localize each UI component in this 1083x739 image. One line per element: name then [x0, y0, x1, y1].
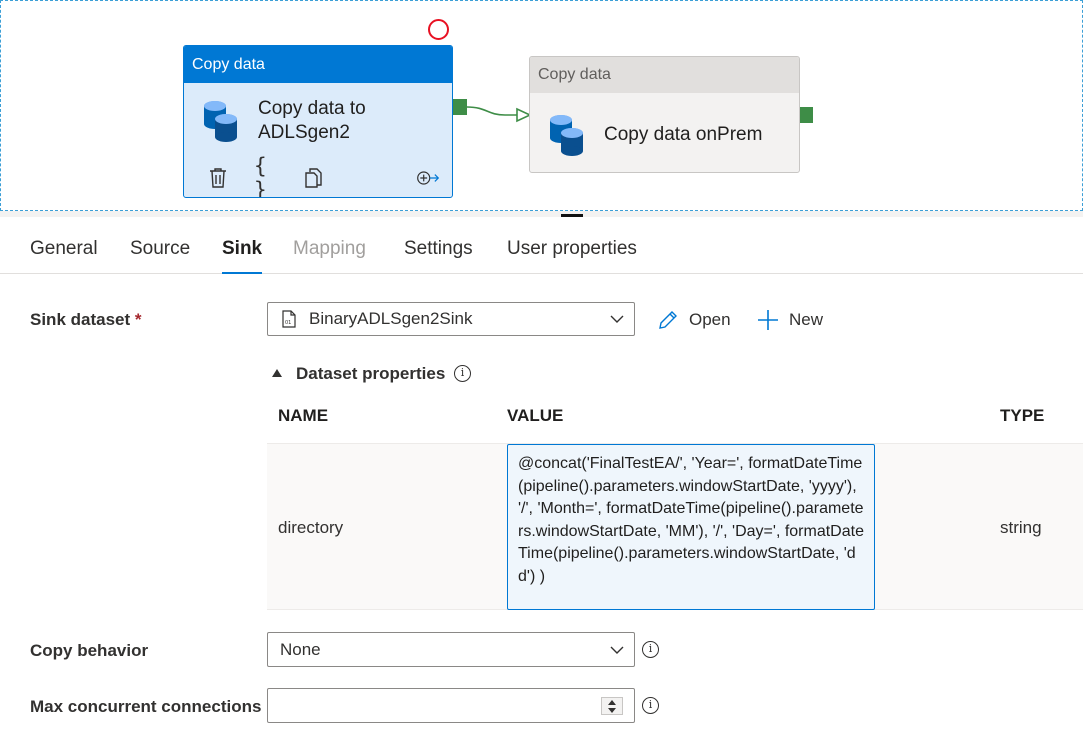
activity-type-label: Copy data: [184, 46, 452, 83]
copy-data-icon: [204, 101, 237, 142]
pane-divider: [0, 211, 1083, 217]
open-dataset-button[interactable]: Open: [657, 309, 731, 331]
info-icon[interactable]: i: [454, 365, 471, 382]
property-name-cell: directory: [278, 518, 344, 537]
info-icon[interactable]: i: [642, 641, 659, 658]
pencil-icon: [659, 311, 677, 329]
chevron-down-icon: [610, 646, 624, 654]
activity-name: Copy data to ADLSgen2: [258, 98, 366, 143]
activity-type-label: Copy data: [530, 57, 799, 93]
tab-general[interactable]: General: [30, 238, 98, 274]
column-header-name: NAME: [278, 406, 329, 425]
max-concurrent-connections-input[interactable]: [267, 688, 635, 723]
splitter-handle[interactable]: [561, 214, 583, 217]
properties-tabs: General Source Sink Mapping Settings Use…: [0, 222, 1083, 274]
clone-icon[interactable]: [302, 166, 326, 190]
copy-data-icon: [550, 115, 583, 156]
copy-behavior-select[interactable]: None: [267, 632, 635, 667]
required-marker: *: [134, 310, 142, 329]
property-type-cell: string: [1000, 518, 1042, 537]
output-port[interactable]: [453, 99, 467, 115]
activity-copy-data-onprem[interactable]: Copy data Copy data onPrem: [529, 56, 800, 173]
sink-dataset-select[interactable]: 01 BinaryADLSgen2Sink: [267, 302, 635, 336]
delete-icon[interactable]: [206, 166, 230, 190]
add-output-icon[interactable]: [416, 166, 440, 190]
collapse-triangle-icon: [272, 369, 282, 377]
tab-mapping[interactable]: Mapping: [293, 238, 366, 274]
tab-source[interactable]: Source: [130, 238, 190, 274]
activity-copy-data-to-adlsgen2[interactable]: Copy data Copy data to ADLSgen2 { }: [183, 45, 453, 198]
activity-name: Copy data onPrem: [604, 124, 763, 145]
output-port[interactable]: [800, 107, 813, 123]
code-icon[interactable]: { }: [254, 154, 278, 197]
tab-user-properties[interactable]: User properties: [507, 238, 637, 274]
number-stepper[interactable]: [601, 697, 623, 715]
increment-icon[interactable]: [608, 700, 616, 705]
chevron-down-icon: [610, 315, 624, 323]
success-connector[interactable]: [467, 100, 531, 126]
sink-dataset-value: BinaryADLSgen2Sink: [309, 309, 473, 328]
new-dataset-button[interactable]: New: [757, 309, 823, 331]
dataset-file-icon: 01: [282, 310, 296, 328]
max-concurrent-connections-label: Max concurrent connections: [30, 697, 262, 716]
copy-behavior-value: None: [280, 639, 321, 659]
sink-dataset-label: Sink dataset *: [30, 310, 142, 329]
dataset-properties-label: Dataset properties: [296, 364, 446, 383]
error-indicator-icon: [428, 19, 449, 40]
column-header-value: VALUE: [507, 406, 564, 425]
info-icon[interactable]: i: [642, 697, 659, 714]
directory-expression-field[interactable]: @concat('FinalTestEA/', 'Year=', formatD…: [507, 444, 875, 610]
tab-sink[interactable]: Sink: [222, 238, 263, 274]
plus-icon: [758, 310, 778, 330]
tab-settings[interactable]: Settings: [404, 238, 473, 274]
open-label: Open: [689, 310, 731, 329]
column-header-type: TYPE: [1000, 406, 1045, 425]
decrement-icon[interactable]: [608, 708, 616, 713]
new-label: New: [789, 310, 824, 329]
dataset-properties-toggle[interactable]: Dataset properties: [272, 364, 445, 384]
svg-text:01: 01: [285, 320, 291, 326]
copy-behavior-label: Copy behavior: [30, 641, 149, 660]
